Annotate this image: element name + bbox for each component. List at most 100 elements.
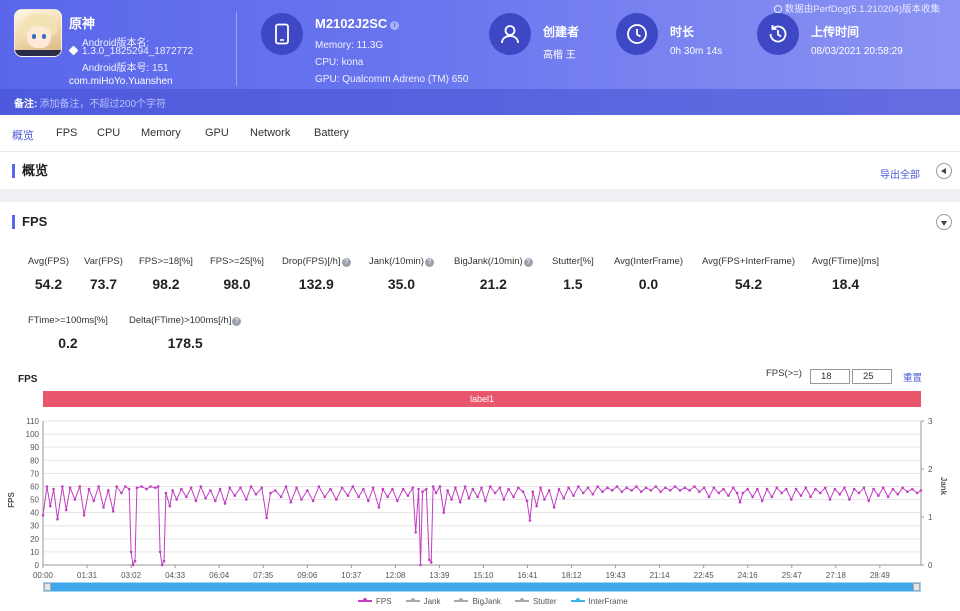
data-point [581,491,585,495]
legend-swatch [570,598,585,602]
data-point [431,485,435,488]
data-point [814,487,817,491]
legend-label: InterFrame [588,597,628,606]
data-point [780,491,783,495]
legend-label: Jank [423,597,441,606]
data-point [78,485,82,488]
data-point [756,487,759,491]
data-point [317,485,321,488]
scroll-handle-left[interactable] [44,583,51,591]
chart-axes: 0 10 20 30 40 50 60 70 80 90 100 110 0 1 2 3 00:00 01:31 0… [26,417,933,580]
data-point [323,495,327,499]
fps-chart: 0 10 20 30 40 50 60 70 80 90 100 110 0 1 2 3 00:00 01:31 0… [7,417,948,580]
data-point [722,487,725,491]
data-point [707,495,711,499]
x-tick-label: 01:31 [77,571,98,580]
data-point [223,502,227,505]
data-point [180,487,183,491]
data-point [371,486,375,490]
data-point [68,486,72,490]
legend-item-bigjank[interactable]: BigJank [454,597,501,606]
data-point [507,487,510,491]
data-point [346,494,350,497]
data-point [872,487,875,491]
data-point [493,491,497,495]
data-point [168,504,172,508]
data-point [61,485,64,488]
data-point [386,495,389,499]
data-point [698,490,701,494]
data-point [52,487,55,491]
data-point [712,486,716,490]
data-point [45,485,49,488]
data-point [87,487,91,491]
data-point [425,487,428,491]
data-point [891,487,895,491]
data-point [659,490,662,494]
data-point [218,487,222,491]
x-tick-label: 25:47 [782,571,803,580]
data-point [833,487,837,491]
data-point [794,487,798,491]
legend-item-fps[interactable]: FPS [358,597,392,606]
legend-item-jank[interactable]: Jank [405,597,441,606]
data-point [639,490,643,494]
y-tick-label: 100 [26,430,40,439]
y2-axis-label: Jank [939,477,948,496]
data-point [82,514,86,517]
data-point [450,498,453,501]
data-point [678,489,682,492]
data-point [539,486,542,490]
data-point [693,485,696,488]
data-point [295,486,298,490]
x-tick-label: 27:18 [826,571,847,580]
data-point [823,486,827,490]
chart-grid [43,420,921,566]
legend-item-interframe[interactable]: InterFrame [570,597,628,606]
data-point [289,500,293,504]
data-point [214,499,217,503]
data-point [129,550,133,554]
data-point [335,498,338,501]
data-point [429,561,433,564]
data-point [56,517,59,521]
data-point [760,499,764,503]
data-point [476,495,479,499]
legend-item-stutter[interactable]: Stutter [514,597,557,606]
data-point [162,559,166,563]
data-point [185,495,188,499]
chart-scrollbar[interactable] [43,582,921,592]
data-point [254,493,258,496]
data-point [401,487,405,491]
data-point [838,493,841,496]
y2-tick-label: 1 [928,513,933,522]
data-point [279,495,283,499]
data-point [915,491,919,495]
data-point [127,487,131,491]
scroll-handle-right[interactable] [913,583,920,591]
data-point [284,485,288,488]
data-point [664,486,667,490]
data-point [458,500,462,504]
data-point [160,563,164,567]
data-point [133,559,137,563]
data-point [886,495,890,499]
data-point [239,486,242,490]
data-point [124,485,127,488]
x-tick-label: 09:06 [297,571,318,580]
data-point [442,511,446,514]
data-point [427,558,431,562]
y-tick-label: 40 [30,509,39,518]
y-tick-label: 80 [30,456,39,465]
data-point [362,487,365,491]
y-tick-label: 0 [35,561,40,570]
data-point [164,491,168,495]
data-point [591,493,595,496]
data-point [102,506,105,509]
data-point [411,486,415,490]
data-point [644,486,648,490]
x-tick-label: 22:45 [694,571,715,580]
x-tick-label: 15:10 [473,571,494,580]
data-point [683,486,687,490]
data-point [562,496,566,500]
